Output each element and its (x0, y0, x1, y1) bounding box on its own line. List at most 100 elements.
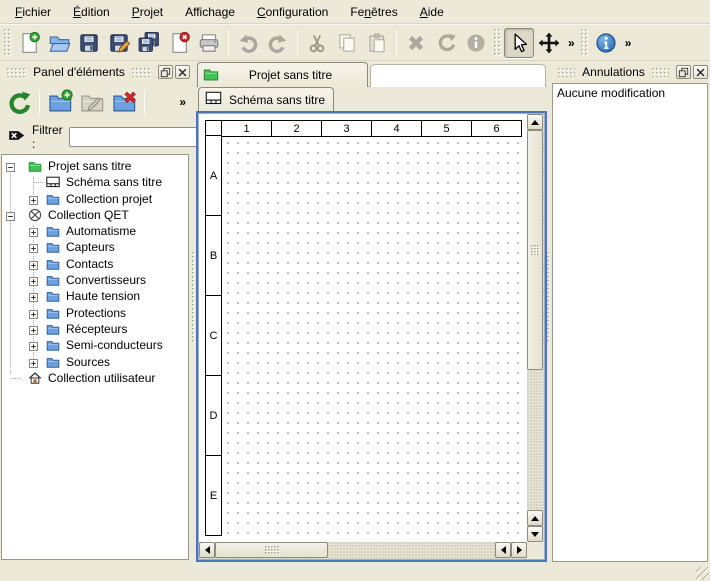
info-blue-button[interactable] (591, 28, 621, 58)
save-all-button[interactable] (134, 28, 164, 58)
scroll-down-button[interactable] (527, 526, 543, 542)
expand-expander-icon[interactable] (29, 291, 38, 300)
save-as-button[interactable] (104, 28, 134, 58)
vertical-scrollbar[interactable] (527, 114, 544, 542)
collections-toolbar-separator (39, 89, 40, 115)
expand-expander-icon[interactable] (29, 242, 38, 251)
tab-project[interactable]: Projet sans titre (197, 62, 368, 87)
tree-item-label: Collection projet (66, 192, 152, 206)
print-button[interactable] (194, 28, 224, 58)
tree-item-haute-tension[interactable]: Haute tension (2, 288, 188, 304)
tree-item-semi-conducteurs[interactable]: Semi-conducteurs (2, 337, 188, 353)
tree-item-protections[interactable]: Protections (2, 305, 188, 321)
column-ruler: 123456 (205, 120, 522, 137)
info-gray-button[interactable] (461, 28, 491, 58)
select-tool-button[interactable] (504, 28, 534, 58)
schema-canvas[interactable]: 123456 ABCDE (199, 114, 527, 542)
delete-button[interactable] (401, 28, 431, 58)
new-folder-button[interactable] (44, 86, 76, 118)
float-dock-button[interactable] (676, 65, 691, 79)
delete-folder-icon (111, 89, 137, 115)
expand-expander-icon[interactable] (29, 308, 38, 317)
tree-item-collection-utilisateur[interactable]: Collection utilisateur (2, 370, 188, 386)
close-file-button[interactable] (164, 28, 194, 58)
open-icon (47, 31, 71, 55)
save-icon (77, 31, 101, 55)
tree-item-automatisme[interactable]: Automatisme (2, 223, 188, 239)
close-dock-button[interactable] (693, 65, 708, 79)
vertical-scroll-thumb[interactable] (527, 130, 543, 370)
info-gray-icon (464, 31, 488, 55)
menu-item-edition[interactable]: Édition (62, 2, 121, 22)
collapse-expander-icon[interactable] (6, 210, 15, 219)
edit-folder-button[interactable] (76, 86, 108, 118)
undo-panel-titlebar[interactable]: Annulations (551, 62, 710, 82)
toolbar-handle[interactable] (581, 29, 588, 56)
menu-item-aide[interactable]: Aide (409, 2, 455, 22)
tree-item-recepteurs[interactable]: Récepteurs (2, 321, 188, 337)
toolbar-overflow-chevron[interactable]: » (621, 36, 635, 50)
paste-button[interactable] (362, 28, 392, 58)
menu-item-affichage[interactable]: Affichage (174, 2, 246, 22)
scroll-up-button[interactable] (527, 114, 543, 130)
close-dock-button[interactable] (175, 65, 190, 79)
thumb-grip (265, 546, 279, 554)
delete-folder-button[interactable] (108, 86, 140, 118)
mdi-area: Projet sans titre Schéma sans titre 1234… (196, 62, 547, 562)
menu-item-configuration[interactable]: Configuration (246, 2, 339, 22)
menu-item-fichier[interactable]: Fichier (4, 2, 62, 22)
elements-panel-titlebar[interactable]: Panel d'éléments (0, 62, 192, 82)
scroll-left-button[interactable] (199, 542, 215, 558)
menu-item-fenetres[interactable]: Fenêtres (339, 2, 408, 22)
menu-item-projet[interactable]: Projet (121, 2, 174, 22)
open-button[interactable] (44, 28, 74, 58)
expand-expander-icon[interactable] (29, 226, 38, 235)
tree-item-convertisseurs[interactable]: Convertisseurs (2, 272, 188, 288)
undo-history-item[interactable]: Aucune modification (553, 84, 707, 102)
new-document-button[interactable] (14, 28, 44, 58)
expand-expander-icon[interactable] (29, 340, 38, 349)
move-tool-button[interactable] (534, 28, 564, 58)
rotate-button[interactable] (431, 28, 461, 58)
reload-button[interactable] (3, 86, 35, 118)
horizontal-scrollbar[interactable] (199, 542, 527, 559)
tree-item-projet-sans-titre[interactable]: Projet sans titre (2, 158, 188, 174)
tree-item-contacts[interactable]: Contacts (2, 256, 188, 272)
save-button[interactable] (74, 28, 104, 58)
float-dock-button[interactable] (158, 65, 173, 79)
menu-item-label: É (73, 5, 81, 19)
redo-button[interactable] (263, 28, 293, 58)
window-resize-grip[interactable] (696, 567, 709, 580)
scroll-right-button[interactable] (511, 542, 527, 558)
tree-item-sources[interactable]: Sources (2, 354, 188, 370)
tree-item-collection-projet[interactable]: Collection projet (2, 191, 188, 207)
collections-toolbar-overflow-chevron[interactable]: » (175, 95, 189, 109)
expand-expander-icon[interactable] (29, 357, 38, 366)
scroll-up-button-2[interactable] (527, 510, 543, 526)
tab-project-label: Projet sans titre (219, 68, 362, 82)
expand-expander-icon[interactable] (29, 275, 38, 284)
rotate-icon (434, 31, 458, 55)
clear-filter-icon[interactable] (7, 127, 26, 147)
cut-button[interactable] (302, 28, 332, 58)
collapse-expander-icon[interactable] (6, 161, 15, 170)
tree-branch-stub (11, 378, 20, 379)
tree-item-label: Collection utilisateur (48, 371, 155, 385)
expand-expander-icon[interactable] (29, 194, 38, 203)
copy-button[interactable] (332, 28, 362, 58)
scroll-left-button-2[interactable] (495, 542, 511, 558)
tab-schema-label: Schéma sans titre (229, 93, 325, 107)
toolbar-handle[interactable] (4, 29, 11, 56)
tree-item-capteurs[interactable]: Capteurs (2, 239, 188, 255)
tab-schema[interactable]: Schéma sans titre (198, 87, 334, 111)
tree-item-label: Convertisseurs (66, 273, 146, 287)
tree-item-collection-qet[interactable]: Collection QET (2, 207, 188, 223)
expand-expander-icon[interactable] (29, 324, 38, 333)
undo-button[interactable] (233, 28, 263, 58)
toolbar-handle[interactable] (494, 29, 501, 56)
tree-item-schema-sans-titre[interactable]: Schéma sans titre (2, 174, 188, 190)
horizontal-scroll-thumb[interactable] (215, 542, 328, 558)
menu-item-label: Afficha (185, 5, 221, 19)
toolbar-overflow-chevron[interactable]: » (564, 36, 578, 50)
expand-expander-icon[interactable] (29, 259, 38, 268)
